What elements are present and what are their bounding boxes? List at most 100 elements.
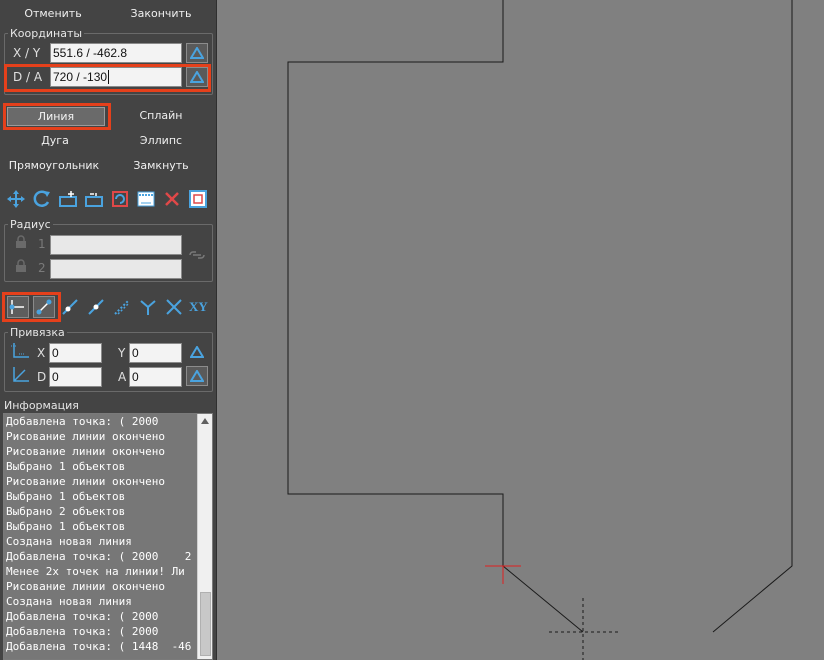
ellipse-button[interactable]: Эллипс [118, 133, 204, 149]
log-line: Рисование линии окончено [6, 430, 165, 443]
snap-dotted-tool[interactable] [111, 296, 133, 318]
drawing-outline [287, 0, 793, 633]
bind-x-input[interactable]: 0 [49, 343, 102, 363]
add-point-icon [59, 191, 77, 207]
log-line: Рисование линии окончено [6, 475, 165, 488]
left-panel: Отменить Закончить Координаты X / Y 551.… [0, 0, 217, 660]
segment-start-tool[interactable] [7, 296, 29, 318]
snap-intersection-icon [166, 299, 182, 315]
info-title: Информация [4, 399, 79, 412]
scroll-up-icon[interactable] [201, 418, 209, 424]
axis-angle-icon [13, 367, 29, 382]
segment-end-tool[interactable] [33, 296, 55, 318]
bind-y-input[interactable]: 0 [129, 343, 182, 363]
xy-apply-button[interactable] [186, 43, 208, 63]
window-icon [189, 190, 207, 208]
axis-xy-icon [11, 343, 29, 358]
start-point-marker [485, 565, 521, 584]
snap-perpendicular-tool[interactable] [137, 296, 159, 318]
xy-label: X / Y [13, 46, 41, 60]
text-cursor [108, 70, 110, 84]
snap-mid-tool[interactable] [85, 296, 107, 318]
snap-mid-icon [88, 299, 104, 315]
link-icon[interactable] [187, 249, 207, 261]
binding-title: Привязка [8, 326, 67, 339]
rotate-icon [33, 190, 50, 207]
window-tool[interactable] [187, 188, 209, 210]
snap-line-tool[interactable] [59, 296, 81, 318]
bind-d-input[interactable]: 0 [49, 367, 102, 387]
lock-icon [16, 259, 26, 272]
log-line: Выбрано 1 объектов [6, 460, 126, 473]
da-label: D / A [13, 70, 43, 84]
info-log[interactable]: Добавлена точка: ( 2000 Рисование линии … [3, 413, 213, 660]
log-line: Создана новая линия [6, 535, 132, 548]
finish-button[interactable]: Закончить [118, 6, 204, 22]
da-input[interactable]: 720 / -130 [50, 67, 182, 87]
snap-perpendicular-icon [140, 300, 156, 315]
remove-point-tool[interactable] [83, 188, 105, 210]
bind-d-label: D [37, 370, 47, 384]
line-button[interactable]: Линия [7, 107, 105, 126]
log-line: Рисование линии окончено [6, 580, 165, 593]
outline-left [287, 0, 504, 566]
xy-snap-button[interactable]: XY [189, 299, 208, 315]
bind-xy-apply-button[interactable] [186, 342, 208, 362]
radius-title: Радиус [8, 218, 53, 231]
bind-x-label: X [37, 346, 46, 360]
transform-icon [112, 191, 128, 207]
outline-right [712, 0, 793, 633]
log-line: Добавлена точка: ( 2000 2 [6, 550, 192, 563]
rectangle-button[interactable]: Прямоугольник [4, 158, 104, 174]
rotate-tool[interactable] [31, 188, 53, 210]
snap-intersection-tool[interactable] [163, 296, 185, 318]
bind-a-input[interactable]: 0 [129, 367, 182, 387]
dimension-tool[interactable] [135, 188, 157, 210]
log-line: Добавлена точка: ( 2000 [6, 610, 159, 623]
triangle-icon [190, 47, 204, 59]
cancel-button[interactable]: Отменить [10, 6, 96, 22]
drawn-segment [502, 565, 584, 633]
info-scrollbar[interactable] [197, 414, 212, 659]
log-line: Выбрано 1 объектов [6, 490, 126, 503]
transform-tool[interactable] [109, 188, 131, 210]
log-line: Создана новая линия [6, 595, 132, 608]
delete-icon [165, 192, 179, 206]
triangle-icon [190, 370, 204, 382]
bind-da-apply-button[interactable] [186, 366, 208, 386]
crosshair-cursor [549, 598, 619, 660]
scroll-thumb[interactable] [200, 592, 211, 656]
lock-icon [16, 235, 26, 248]
coordinates-title: Координаты [8, 27, 85, 40]
triangle-icon [190, 71, 204, 83]
arc-button[interactable]: Дуга [12, 133, 98, 149]
close-shape-button[interactable]: Замкнуть [118, 158, 204, 174]
radius-2-label: 2 [38, 261, 46, 275]
segment-end-icon [36, 299, 52, 315]
da-apply-button[interactable] [186, 67, 208, 87]
info-log-lines: Добавлена точка: ( 2000 Рисование линии … [4, 414, 199, 659]
log-line: Менее 2х точек на линии! Ли [6, 565, 185, 578]
log-line: Добавлена точка: ( 1448 -46 [6, 640, 192, 653]
snap-line-icon [62, 299, 78, 315]
radius-1-input[interactable] [50, 235, 182, 255]
da-input-value: 720 / -130 [53, 70, 108, 84]
log-line: Рисование линии окончено [6, 445, 165, 458]
xy-input[interactable]: 551.6 / -462.8 [50, 43, 182, 63]
dimension-icon [137, 191, 155, 207]
move-tool[interactable] [5, 188, 27, 210]
log-line: Добавлена точка: ( 2000 [6, 625, 159, 638]
log-line: Выбрано 1 объектов [6, 520, 126, 533]
segment-start-icon [9, 300, 24, 314]
snap-dotted-icon [114, 299, 130, 315]
move-icon [7, 190, 25, 208]
remove-point-icon [85, 193, 103, 207]
bind-a-label: A [118, 370, 127, 384]
drawing-canvas[interactable] [218, 0, 824, 660]
add-point-tool[interactable] [57, 188, 79, 210]
spline-button[interactable]: Сплайн [118, 108, 204, 124]
radius-2-input[interactable] [50, 259, 182, 279]
triangle-icon [190, 346, 204, 358]
log-line: Выбрано 2 объектов [6, 505, 126, 518]
delete-tool[interactable] [161, 188, 183, 210]
